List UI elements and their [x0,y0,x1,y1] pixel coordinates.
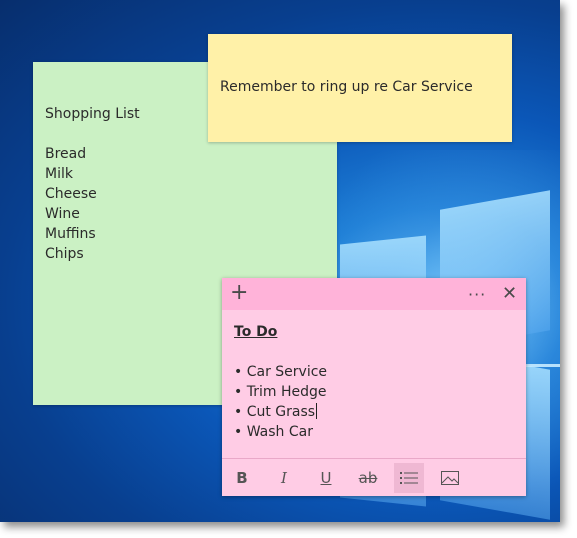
more-icon[interactable]: ··· [468,283,486,307]
format-toolbar: B I U ab [222,463,526,493]
list-item: Trim Hedge [234,382,327,402]
shopping-list-line: Chips [45,246,84,262]
shopping-list-line: Milk [45,166,73,182]
shopping-list-title: Shopping List [45,106,140,122]
close-icon[interactable]: ✕ [502,282,517,306]
shopping-list-text[interactable]: Shopping List Bread Milk Cheese Wine Muffins… [45,104,140,264]
list-item: Car Service [234,362,327,382]
desktop-background: Shopping List Bread Milk Cheese Wine Muffins… [0,0,560,522]
underline-button[interactable]: U [311,463,341,493]
bullet-list-button[interactable] [394,463,424,493]
todo-title: To Do [234,324,278,340]
note-header-bar[interactable]: + ··· ✕ [222,278,526,310]
image-icon [441,471,459,485]
bullet-list-icon [400,472,418,484]
list-item: Cut Grass [234,402,327,422]
shopping-list-line: Bread [45,146,87,162]
bold-button[interactable]: B [227,463,257,493]
todo-content[interactable]: To Do Car Service Trim Hedge Cut Grass W… [234,322,327,442]
todo-list: Car Service Trim Hedge Cut Grass Wash Ca… [234,362,327,442]
shopping-list-line: Muffins [45,226,96,242]
sticky-note-reminder[interactable]: Remember to ring up re Car Service [208,34,512,142]
shopping-list-line [45,124,140,144]
text-cursor [316,403,318,419]
toolbar-divider [222,458,526,459]
list-item: Wash Car [234,422,327,442]
shopping-list-line: Cheese [45,186,97,202]
plus-icon[interactable]: + [230,281,248,305]
insert-image-button[interactable] [435,463,465,493]
italic-button[interactable]: I [269,463,299,493]
shopping-list-line: Wine [45,206,80,222]
reminder-text[interactable]: Remember to ring up re Car Service [220,77,473,97]
sticky-note-todo[interactable]: + ··· ✕ To Do Car Service Trim Hedge Cut… [222,278,526,496]
strikethrough-button[interactable]: ab [353,463,383,493]
